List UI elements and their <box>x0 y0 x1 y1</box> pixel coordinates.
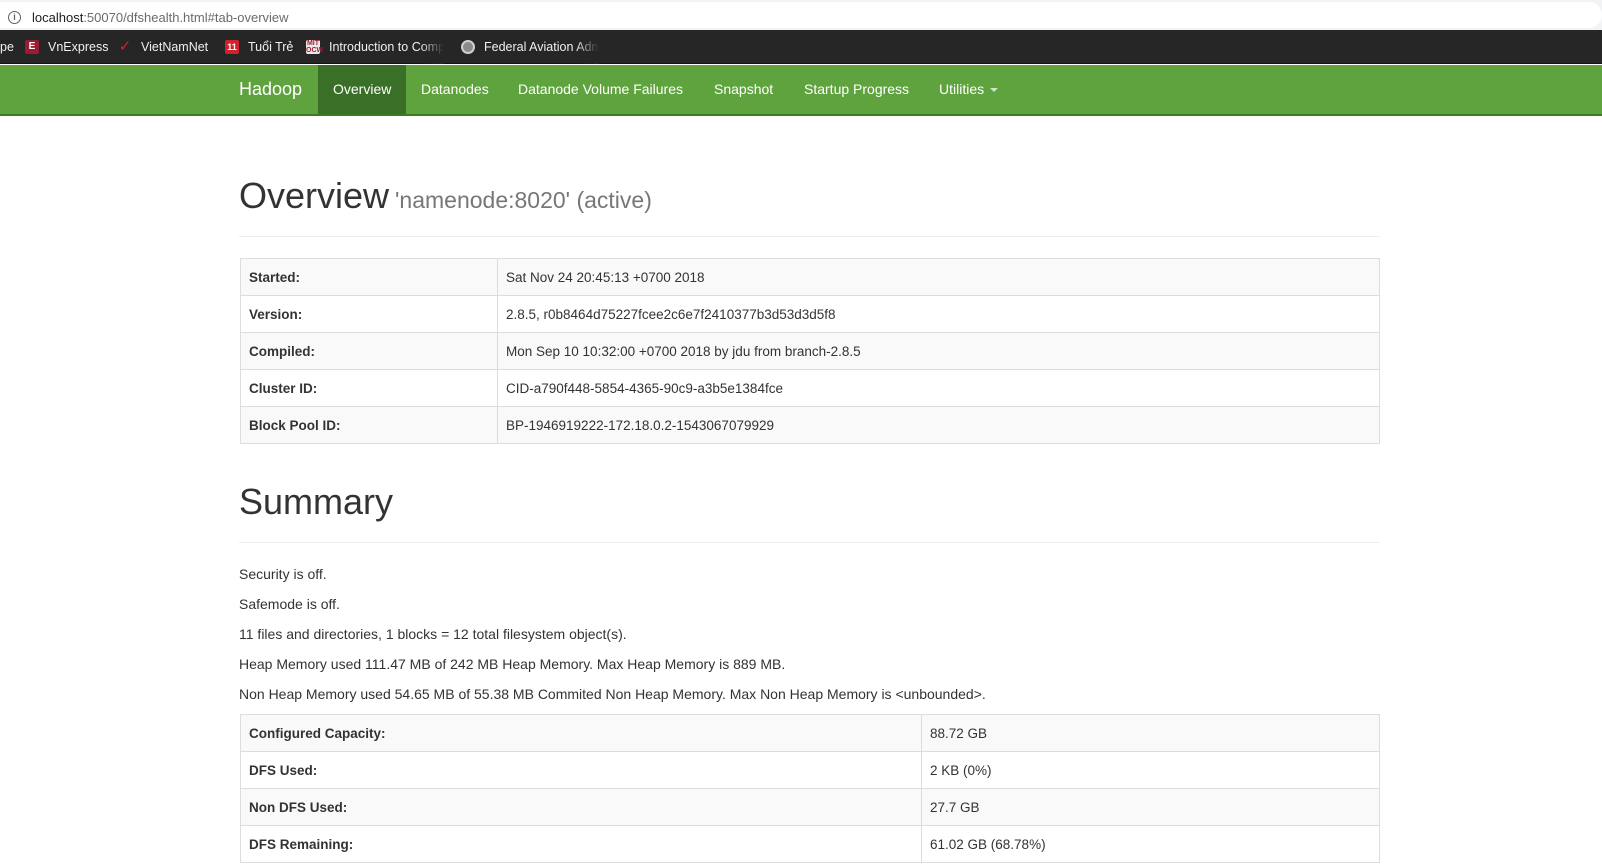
row-key: DFS Used: <box>240 751 922 789</box>
table-row: Compiled: Mon Sep 10 10:32:00 +0700 2018… <box>240 332 1380 370</box>
row-key: Non DFS Used: <box>240 788 922 826</box>
bookmark-label: VnExpress <box>48 40 109 54</box>
bookmark-label: VietNamNet <box>141 40 209 54</box>
summary-table: Configured Capacity: 88.72 GB DFS Used: … <box>240 714 1380 863</box>
vietnamnet-icon: ✓ <box>118 38 132 55</box>
bookmark-vietnamnet[interactable]: ✓ VietNamNet <box>118 30 208 64</box>
row-value: Sat Nov 24 20:45:13 +0700 2018 <box>497 258 1380 296</box>
vnexpress-icon: E <box>25 40 39 54</box>
overview-table: Started: Sat Nov 24 20:45:13 +0700 2018 … <box>240 258 1380 444</box>
bookmark-tuoitre[interactable]: 11 Tuổi Trẻ <box>225 30 293 64</box>
info-icon[interactable]: i <box>8 11 21 24</box>
namenode-subtitle: 'namenode:8020' (active) <box>395 187 652 213</box>
row-value: BP-1946919222-172.18.0.2-1543067079929 <box>497 406 1380 444</box>
table-row: Version: 2.8.5, r0b8464d75227fcee2c6e7f2… <box>240 295 1380 333</box>
row-value: Mon Sep 10 10:32:00 +0700 2018 by jdu fr… <box>497 332 1380 370</box>
summary-line: Heap Memory used 111.47 MB of 242 MB Hea… <box>239 656 786 672</box>
brand-hadoop[interactable]: Hadoop <box>239 65 302 114</box>
page-title: Overview'namenode:8020' (active) <box>239 175 652 217</box>
row-key: Started: <box>240 258 498 296</box>
row-key: Cluster ID: <box>240 369 498 407</box>
row-value: 61.02 GB (68.78%) <box>921 825 1380 863</box>
table-row: Non DFS Used: 27.7 GB <box>240 788 1380 826</box>
bookmark-label: Tuổi Trẻ <box>248 40 294 54</box>
url-text[interactable]: localhost:50070/dfshealth.html#tab-overv… <box>32 10 289 25</box>
row-key: Configured Capacity: <box>240 714 922 752</box>
summary-line: Safemode is off. <box>239 596 340 612</box>
row-value: CID-a790f448-5854-4365-90c9-a3b5e1384fce <box>497 369 1380 407</box>
tab-datanodes[interactable]: Datanodes <box>406 65 504 114</box>
bookmark-truncated[interactable]: pe <box>0 30 14 64</box>
tab-datanode-volume-failures[interactable]: Datanode Volume Failures <box>503 65 698 114</box>
row-key: Compiled: <box>240 332 498 370</box>
divider <box>239 236 1380 237</box>
row-value: 27.7 GB <box>921 788 1380 826</box>
bookmarks-bar: pe E VnExpress ✓ VietNamNet 11 Tuổi Trẻ … <box>0 30 1602 64</box>
row-key: DFS Remaining: <box>240 825 922 863</box>
tab-startup-progress[interactable]: Startup Progress <box>789 65 924 114</box>
table-row: Configured Capacity: 88.72 GB <box>240 714 1380 752</box>
bookmark-fade <box>575 30 599 64</box>
tuoitre-icon: 11 <box>225 40 239 54</box>
tab-snapshot[interactable]: Snapshot <box>699 65 788 114</box>
bookmark-fade <box>420 30 444 64</box>
table-row: Block Pool ID: BP-1946919222-172.18.0.2-… <box>240 406 1380 444</box>
browser-address-bar: i localhost:50070/dfshealth.html#tab-ove… <box>0 0 1602 30</box>
bookmark-vnexpress[interactable]: E VnExpress <box>25 30 108 64</box>
table-row: Cluster ID: CID-a790f448-5854-4365-90c9-… <box>240 369 1380 407</box>
table-row: DFS Used: 2 KB (0%) <box>240 751 1380 789</box>
tab-overview[interactable]: Overview <box>318 65 407 114</box>
summary-line: Security is off. <box>239 566 327 582</box>
row-key: Version: <box>240 295 498 333</box>
bookmark-label: pe <box>0 40 14 54</box>
mit-ocw-icon: MIT OCW <box>306 40 324 54</box>
summary-line: 11 files and directories, 1 blocks = 12 … <box>239 626 627 642</box>
faa-seal-icon <box>461 40 475 54</box>
divider <box>239 542 1380 543</box>
summary-line: Non Heap Memory used 54.65 MB of 55.38 M… <box>239 686 986 702</box>
tab-utilities-label: Utilities <box>939 81 985 97</box>
table-row: Started: Sat Nov 24 20:45:13 +0700 2018 <box>240 258 1380 296</box>
tab-utilities[interactable]: Utilities <box>924 65 1013 114</box>
overview-title: Overview <box>239 175 390 216</box>
url-field[interactable]: i localhost:50070/dfshealth.html#tab-ove… <box>0 2 1602 28</box>
row-value: 2.8.5, r0b8464d75227fcee2c6e7f2410377b3d… <box>497 295 1380 333</box>
hadoop-navbar: Hadoop Overview Datanodes Datanode Volum… <box>0 65 1602 116</box>
table-row: DFS Remaining: 61.02 GB (68.78%) <box>240 825 1380 863</box>
row-key: Block Pool ID: <box>240 406 498 444</box>
row-value: 88.72 GB <box>921 714 1380 752</box>
row-value: 2 KB (0%) <box>921 751 1380 789</box>
chevron-down-icon <box>990 88 999 93</box>
summary-title: Summary <box>239 481 394 522</box>
